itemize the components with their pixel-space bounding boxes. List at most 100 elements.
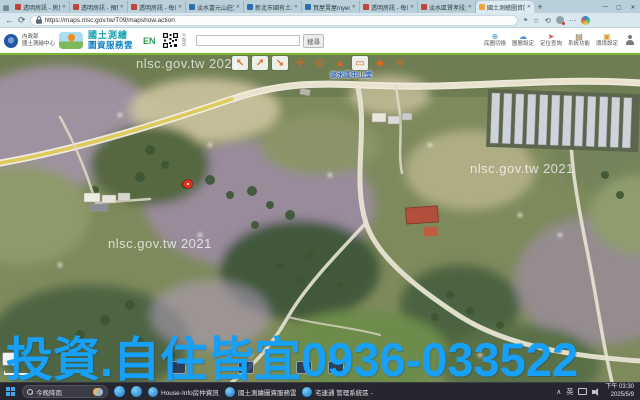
new-tab-button[interactable]: + — [534, 1, 546, 13]
tab-close-icon[interactable]: ✕ — [178, 4, 182, 10]
site-header: 內政部 國土測繪中心 國土測繪 圖資服務雲 EN 手機版 搜尋 ⊕ — [0, 28, 640, 55]
browser-app-icon[interactable] — [131, 386, 142, 397]
site-title-line2: 圖資服務雲 — [88, 41, 133, 50]
tab-favicon-icon — [305, 4, 311, 10]
measure-icon[interactable]: ◆ — [372, 56, 388, 70]
tab-close-icon[interactable]: ✕ — [468, 4, 472, 10]
location-icon[interactable]: ⌖ — [524, 15, 528, 25]
browser-tab[interactable]: 透明房訊 - 每日… ✕ — [360, 1, 418, 13]
user-icon[interactable] — [626, 35, 634, 46]
close-button[interactable]: ✕ — [626, 1, 640, 13]
site-logo — [59, 32, 83, 49]
sync-icon[interactable]: ⟲ — [545, 16, 551, 25]
tab-close-icon[interactable]: ✕ — [120, 4, 124, 10]
more-menu-icon[interactable]: ⋯ — [569, 16, 577, 25]
tab-close-icon[interactable]: ✕ — [294, 4, 298, 10]
tab-close-icon[interactable]: ✕ — [236, 4, 240, 10]
tab-search-icon[interactable]: ▦ — [0, 2, 12, 13]
mobile-version-label: 手機版 — [182, 33, 187, 49]
speaker-icon[interactable] — [592, 388, 600, 396]
map-tools: ↖ ↗ ↘ ✛ ◎ ▲ ▭ ◆ ⚲ — [232, 56, 408, 70]
tab-label: 買屋賣屋myeoc平… — [313, 3, 350, 12]
search-icon — [27, 389, 33, 395]
map-pin-icon — [67, 33, 77, 43]
browser-tab[interactable]: 新北市國有土地 刊… ✕ — [244, 1, 302, 13]
taskbar-search-box[interactable]: 今晚降雨 — [22, 385, 108, 398]
watermark: nlsc.gov.tw 2021 — [470, 161, 574, 176]
place-label: 淡水區中山堂 — [330, 70, 372, 80]
taskbar-app-label: 國土測繪圖資服務雲 地… — [238, 387, 296, 397]
agency-name: 內政部 國土測繪中心 — [22, 34, 55, 47]
pan-northeast-icon[interactable]: ↗ — [252, 56, 268, 70]
environment-settings-button[interactable]: ▣ 環境設定 — [594, 33, 620, 48]
browser-tab[interactable]: 透明房訊 - 每日… ✕ — [128, 1, 186, 13]
tab-label: 透明房訊 - 每日… — [139, 3, 176, 12]
agency-line2: 國土測繪中心 — [22, 41, 55, 47]
browser-tab[interactable]: 透明房訊 - 房屋… ✕ — [12, 1, 70, 13]
browser-tab[interactable]: 淡水區賢孝段10… ✕ — [418, 1, 476, 13]
browser-tab[interactable]: 透明房訊 - 預售… ✕ — [70, 1, 128, 13]
system-tray: ∧ 英 下午 03:30 2025/5/9 — [556, 384, 634, 399]
search-input[interactable] — [196, 35, 300, 46]
tab-label: 透明房訊 - 每日… — [371, 3, 408, 12]
copilot-icon[interactable] — [581, 16, 590, 25]
magnifier-icon[interactable]: ⚲ — [392, 56, 408, 70]
profile-avatar[interactable] — [556, 16, 564, 24]
favorite-icon[interactable]: ☆ — [533, 16, 540, 25]
moi-logo — [4, 34, 18, 48]
taskbar-clock[interactable]: 下午 03:30 2025/5/9 — [605, 384, 634, 399]
ime-indicator[interactable]: 英 — [566, 387, 573, 397]
browser-tab[interactable]: 買屋賣屋myeoc平… ✕ — [302, 1, 360, 13]
taskbar-app-window[interactable]: 宅速通 管理系統區 - 風… — [302, 387, 373, 397]
system-functions-button[interactable]: ▤ 系統功能 — [566, 33, 592, 48]
clock-date: 2025/5/9 — [611, 392, 634, 400]
back-icon[interactable]: ← — [5, 16, 14, 25]
tray-chevron-icon[interactable]: ∧ — [556, 388, 561, 396]
locate-query-button[interactable]: ➤ 定位查詢 — [538, 33, 564, 48]
touch-keyboard-icon[interactable] — [578, 388, 587, 395]
windows-taskbar: 今晚降雨 House-Info房仲資訊網 相… 國土測繪圖資服務雲 地… 宅速通… — [0, 382, 640, 400]
address-bar-actions: ⌖ ☆ ⟲ ⋯ — [524, 15, 591, 25]
tab-label: 淡水富元山莊別墅… — [197, 3, 234, 12]
taskbar-app-label: House-Info房仲資訊網 相… — [161, 387, 219, 397]
refresh-icon[interactable]: ⟳ — [18, 16, 26, 25]
header-toolbar: ⊕ 底圖切換 ☁ 圖層設定 ➤ 定位查詢 ▤ 系統功能 ▣ 環境設定 — [482, 33, 620, 48]
tab-close-icon[interactable]: ✕ — [62, 4, 66, 10]
taskbar-app-window[interactable]: House-Info房仲資訊網 相… — [148, 387, 219, 397]
tab-favicon-icon — [421, 4, 427, 10]
zoom-view-icon[interactable]: ▲ — [332, 56, 348, 70]
browser-tab-strip: ▦ 透明房訊 - 房屋… ✕ 透明房訊 - 預售… ✕ 透明房訊 - 每日… ✕… — [0, 0, 640, 13]
tab-favicon-icon — [73, 4, 79, 10]
tab-label: 透明房訊 - 房屋… — [23, 3, 60, 12]
tab-favicon-icon — [363, 4, 369, 10]
tab-close-icon[interactable]: ✕ — [527, 4, 531, 10]
taskbar-app-window[interactable]: 國土測繪圖資服務雲 地… — [225, 387, 296, 397]
minimize-button[interactable]: — — [598, 1, 612, 13]
url-field[interactable]: https://maps.nlsc.gov.tw/T09/mapshow.act… — [30, 15, 518, 26]
full-extent-icon[interactable]: ▭ — [352, 56, 368, 70]
maximize-button[interactable]: ▢ — [612, 1, 626, 13]
browser-app-icon[interactable] — [114, 386, 125, 397]
advertisement-overlay-text: 投資.自住皆宜0936-033522 — [6, 336, 578, 382]
lock-icon — [36, 16, 42, 24]
watermark: nlsc.gov.tw 2021 — [108, 236, 212, 251]
map-canvas[interactable]: ↖ ↗ ↘ ✛ ◎ ▲ ▭ ◆ ⚲ 淡水區中山堂 nlsc.gov.tw 202… — [0, 55, 640, 382]
url-text: https://maps.nlsc.gov.tw/T09/mapshow.act… — [45, 17, 175, 24]
watermark: nlsc.gov.tw 2021 — [136, 56, 240, 71]
basemap-switch-button[interactable]: ⊕ 底圖切換 — [482, 33, 508, 48]
taskbar-app-label: 宅速通 管理系統區 - 風… — [315, 387, 373, 397]
locate-target-icon[interactable]: ◎ — [312, 56, 328, 70]
pan-hand-icon[interactable]: ✛ — [292, 56, 308, 70]
tab-close-icon[interactable]: ✕ — [410, 4, 414, 10]
search-button[interactable]: 搜尋 — [303, 34, 324, 48]
layer-settings-button[interactable]: ☁ 圖層設定 — [510, 33, 536, 48]
taskbar-search-text: 今晚降雨 — [36, 387, 90, 397]
browser-tab-active[interactable]: 國土測繪圖資服務… ✕ — [476, 1, 534, 13]
browser-tab[interactable]: 淡水富元山莊別墅… ✕ — [186, 1, 244, 13]
language-button[interactable]: EN — [143, 36, 156, 46]
tab-close-icon[interactable]: ✕ — [352, 4, 356, 10]
windows-start-button[interactable] — [6, 387, 16, 397]
tab-favicon-icon — [15, 4, 21, 10]
site-title: 國土測繪 圖資服務雲 — [88, 31, 133, 49]
pan-southeast-icon[interactable]: ↘ — [272, 56, 288, 70]
